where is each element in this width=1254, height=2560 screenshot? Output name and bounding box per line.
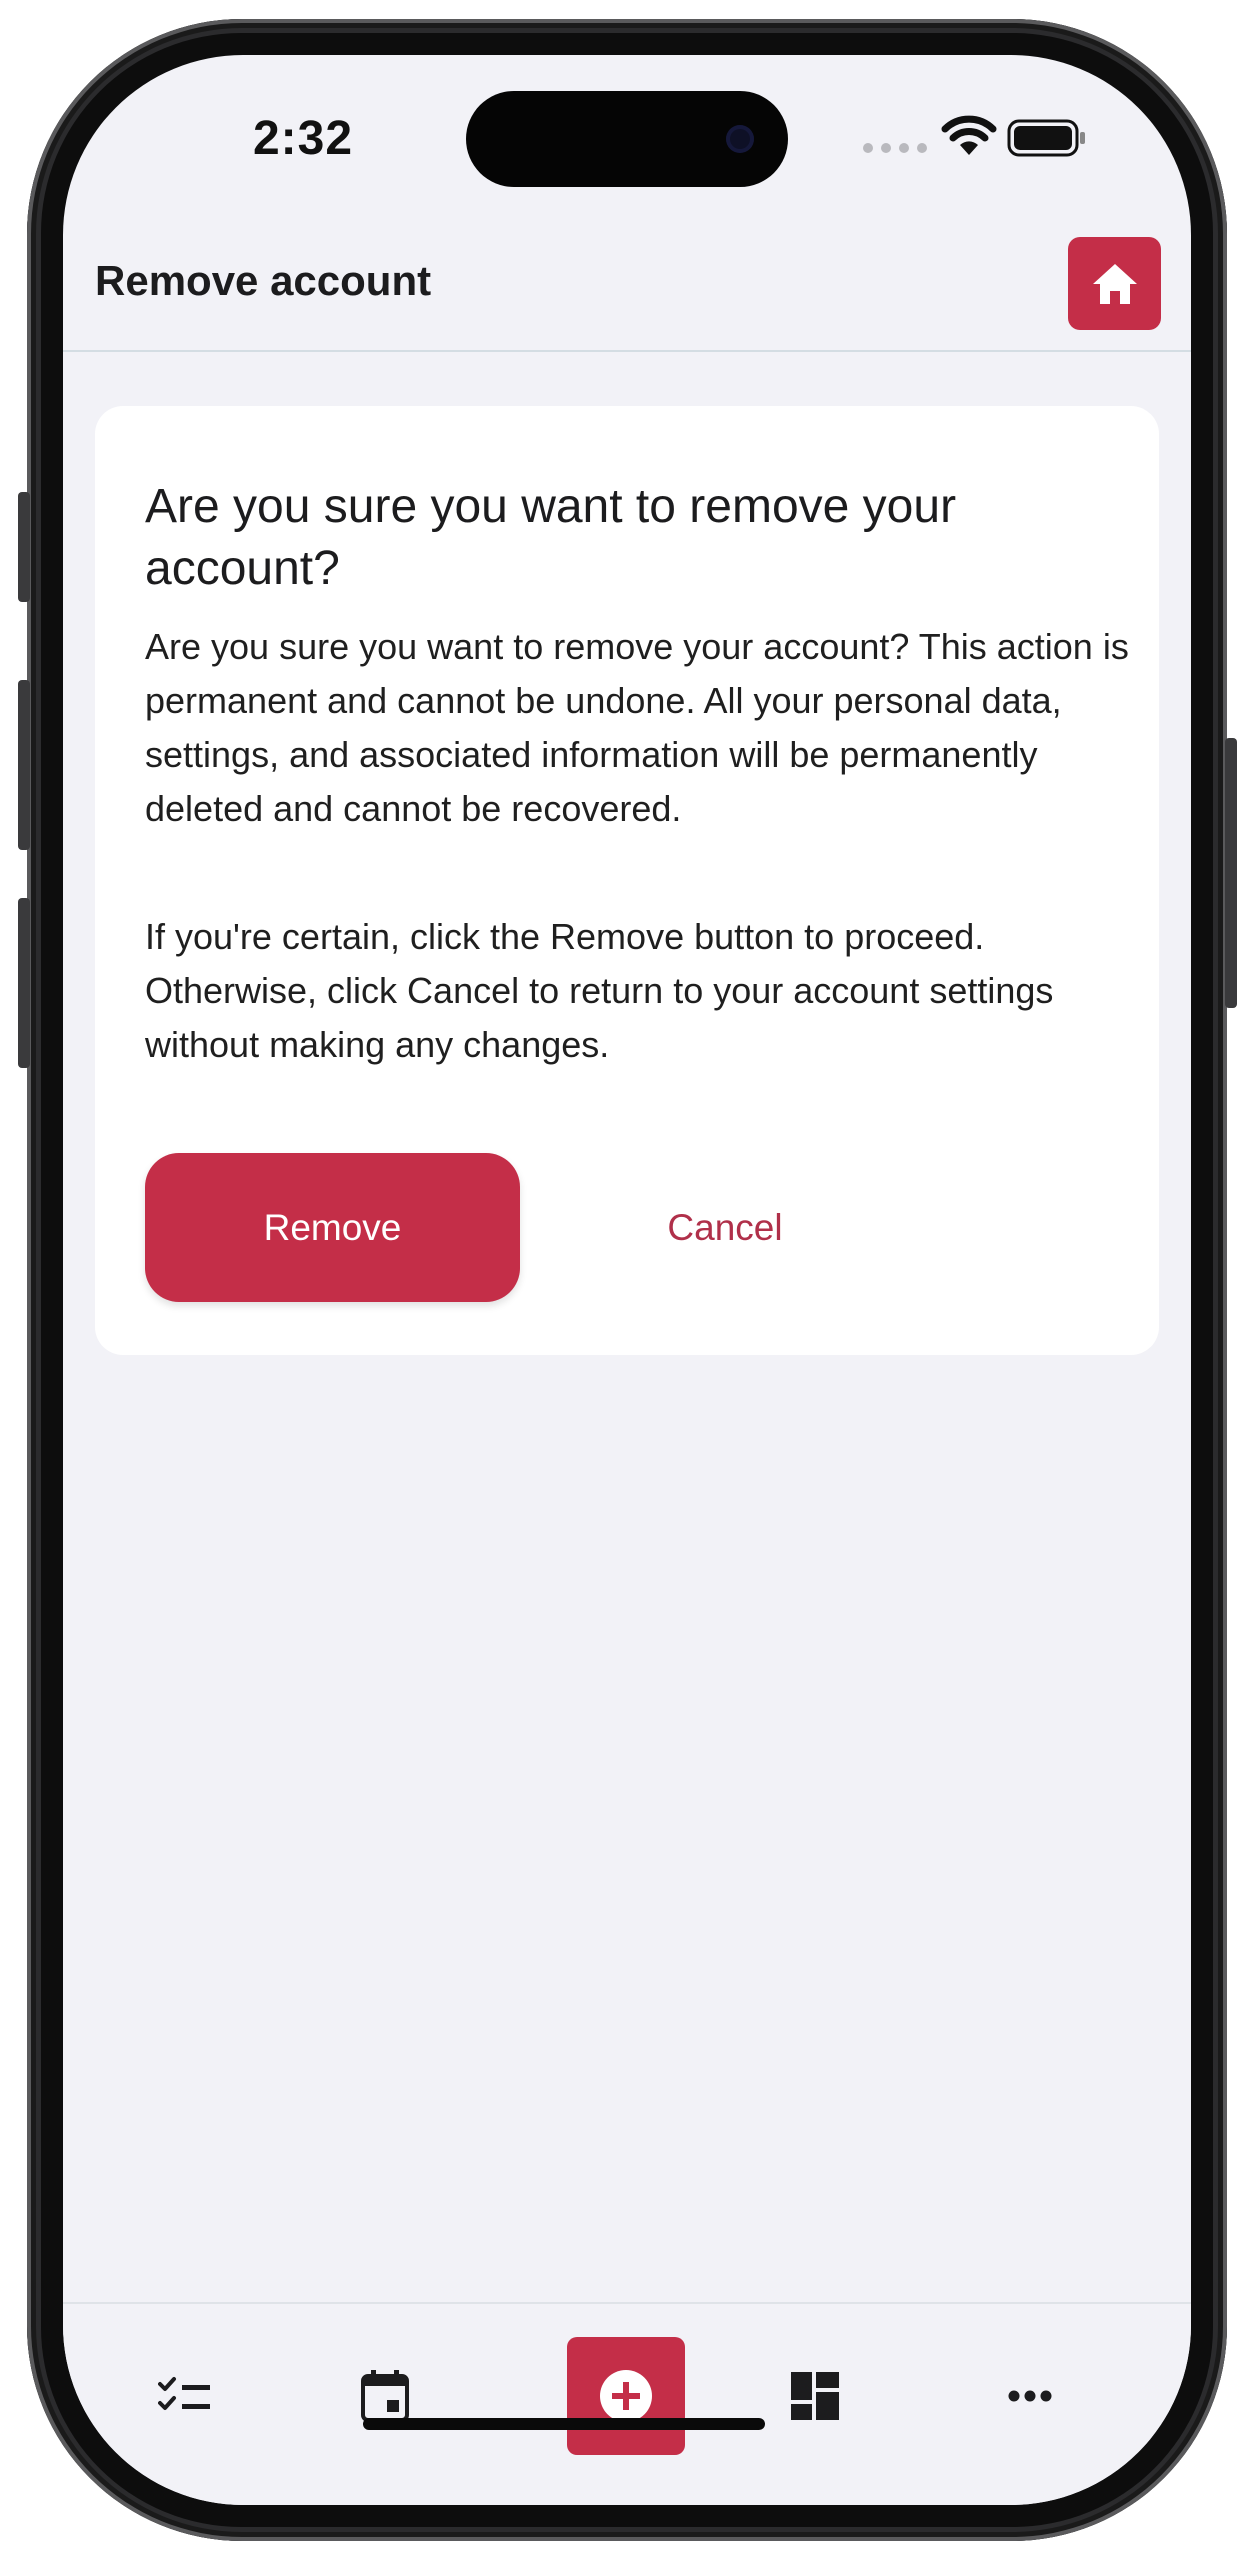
nav-add-button[interactable] (567, 2337, 685, 2455)
app-header: Remove account (63, 225, 1191, 352)
home-button[interactable] (1068, 237, 1161, 330)
dashboard-icon (791, 2372, 839, 2420)
checklist-icon (158, 2377, 210, 2410)
remove-button[interactable]: Remove (145, 1153, 520, 1302)
screen: 2:32 Remove account Are you sure you wan… (63, 55, 1191, 2505)
dialog-heading: Are you sure you want to remove your acc… (145, 480, 957, 595)
nav-more[interactable] (970, 2336, 1090, 2456)
wifi-icon (941, 115, 997, 155)
cellular-signal-icon (863, 143, 927, 153)
home-indicator (363, 2418, 765, 2430)
add-icon (600, 2370, 652, 2422)
silent-switch (18, 492, 30, 602)
volume-down-button (18, 898, 30, 1068)
nav-calendar[interactable] (325, 2336, 445, 2456)
remove-account-card: Are you sure you want to remove your acc… (95, 406, 1159, 1355)
dynamic-island (466, 91, 788, 187)
power-button (1225, 738, 1237, 1008)
cancel-button[interactable]: Cancel (575, 1153, 875, 1302)
status-time: 2:32 (252, 112, 354, 165)
bottom-navigation (63, 2302, 1191, 2505)
dialog-instruction-text: If you're certain, click the Remove butt… (145, 916, 1054, 1065)
home-icon (1092, 263, 1137, 304)
nav-dashboard[interactable] (755, 2336, 875, 2456)
dialog-warning-text: Are you sure you want to remove your acc… (145, 626, 1129, 829)
nav-tasks[interactable] (125, 2336, 245, 2456)
calendar-icon (361, 2370, 409, 2422)
more-icon (1008, 2390, 1052, 2402)
battery-icon (1007, 119, 1085, 157)
page-title: Remove account (95, 257, 432, 304)
volume-up-button (18, 680, 30, 850)
front-camera (726, 125, 754, 153)
